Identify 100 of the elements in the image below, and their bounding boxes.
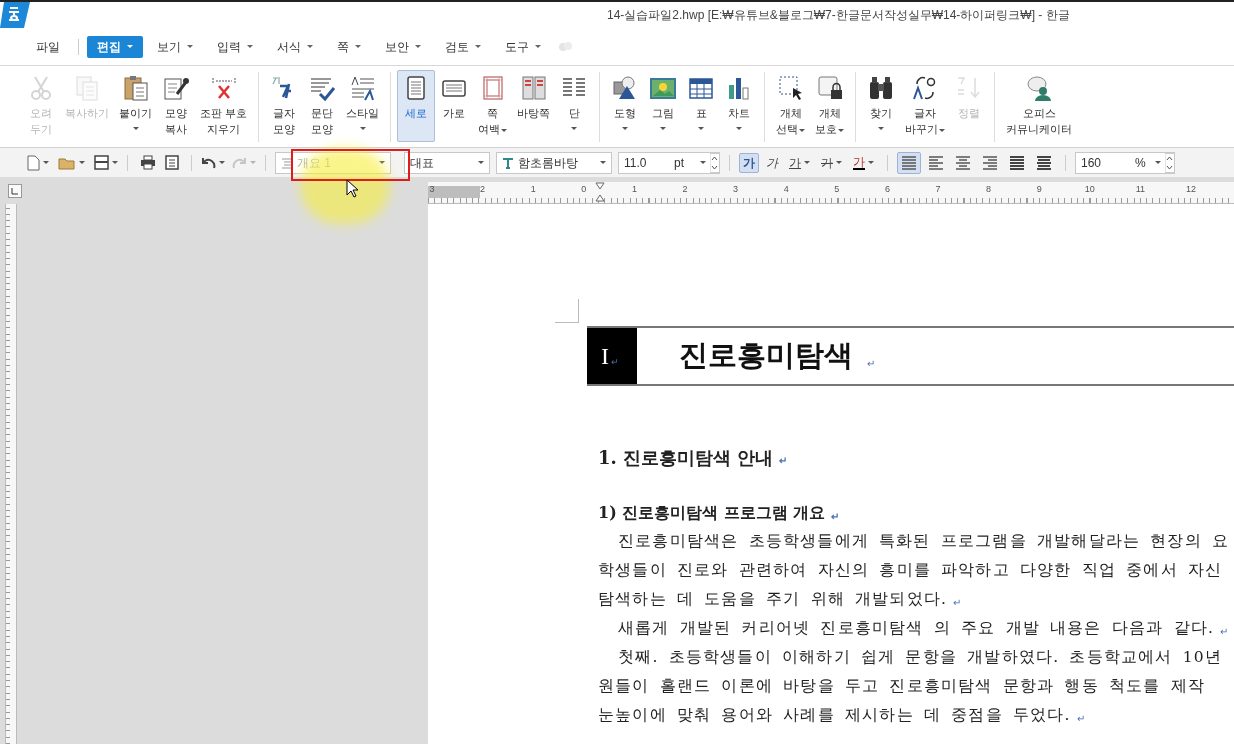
- ribbon-button[interactable]: 스타일: [341, 70, 385, 142]
- folder-icon[interactable]: [58, 155, 76, 170]
- menu-tab[interactable]: 검토: [435, 35, 491, 58]
- caret-icon: [112, 161, 118, 164]
- indent-marker-icon[interactable]: [595, 182, 605, 202]
- ribbon-button[interactable]: 조판 부호 지우기: [195, 70, 253, 142]
- ribbon-button[interactable]: 단: [555, 70, 594, 142]
- caret-icon: [868, 161, 874, 164]
- ribbon-button[interactable]: 찾기: [862, 70, 901, 142]
- caret-icon: [698, 127, 705, 130]
- caret-icon: [736, 127, 743, 130]
- print-icon[interactable]: [140, 155, 156, 170]
- paragraph-style-field[interactable]: 대표: [404, 151, 490, 174]
- save-icon[interactable]: [94, 155, 109, 170]
- caret-icon: [622, 127, 629, 130]
- menu-tab[interactable]: 편집: [87, 35, 143, 58]
- menu-tab[interactable]: 보안: [375, 35, 431, 58]
- ruler-corner-icon[interactable]: [8, 184, 22, 198]
- ruler-number: 2: [681, 183, 689, 196]
- caret-icon: [660, 127, 667, 130]
- caret-icon: [247, 45, 253, 48]
- undo-icon[interactable]: [201, 156, 216, 169]
- ruler-number: 4: [782, 183, 790, 196]
- ribbon-button[interactable]: 개체 선택: [771, 70, 811, 142]
- outline-icon: [281, 156, 293, 169]
- ruler-number: 6: [883, 183, 891, 196]
- lock-object-icon: [815, 74, 844, 102]
- ribbon-button[interactable]: 오피스 커뮤니케이터: [1001, 70, 1078, 142]
- paragraph-mark: ↵: [1220, 625, 1230, 639]
- body-text-line: 새롭게 개발된 커리어넷 진로흥미탐색 의 주요 개발 내용은 다음과 같다.: [618, 617, 1215, 639]
- ribbon-button[interactable]: 그림: [644, 70, 683, 142]
- horizontal-ruler[interactable]: 3 2 1 0 1 2 3 4 5 6 7 8 9 10 11 12: [428, 182, 1234, 204]
- ribbon-button[interactable]: 가로: [435, 70, 474, 142]
- ribbon-button[interactable]: 문단 모양: [303, 70, 342, 142]
- ruler-number: 10: [1083, 183, 1096, 196]
- caret-icon: [1155, 161, 1161, 164]
- ruler-number: 3: [428, 183, 436, 196]
- spinner-icon[interactable]: [710, 152, 719, 173]
- caret-icon: [219, 161, 225, 164]
- body-text-line: 눈높이에 맞춰 용어와 사례를 제시하는 데 중점을 두었다.: [598, 704, 1071, 726]
- bold-button[interactable]: 가: [739, 152, 759, 173]
- section-heading: 1. 진로흥미탐색 안내: [598, 445, 774, 470]
- ribbon-button[interactable]: 글자 바꾸기: [900, 70, 951, 142]
- font-size-field[interactable]: 11.0 pt: [618, 151, 720, 174]
- section-heading: 1) 진로흥미탐색 프로그램 개요: [598, 502, 826, 524]
- ribbon-button[interactable]: 붙이기: [114, 70, 157, 142]
- menu-tab[interactable]: 쪽: [327, 35, 371, 58]
- ribbon-button[interactable]: 도형: [606, 70, 645, 142]
- ruler-number: 1: [630, 183, 638, 196]
- caret-icon: [307, 45, 313, 48]
- communicator-icon: [1025, 74, 1054, 102]
- menu-tab[interactable]: 보기: [147, 35, 203, 58]
- menu-tab[interactable]: 입력: [207, 35, 263, 58]
- underline-button[interactable]: 가: [785, 152, 814, 173]
- body-text-line: 학생들이 진로와 관련하여 자신의 흥미를 파악하고 다양한 직업 중에서 자신: [598, 559, 1223, 581]
- menu-tab[interactable]: 서식: [267, 35, 323, 58]
- ribbon-button[interactable]: 세로: [397, 70, 436, 142]
- font-color-button[interactable]: 가: [849, 152, 878, 173]
- page-corner-mark: [555, 299, 579, 323]
- menu-tab[interactable]: 파일: [26, 35, 70, 58]
- caret-icon: [415, 45, 421, 48]
- ruler-number: 1: [529, 183, 537, 196]
- ribbon-button[interactable]: 쪽 여백: [473, 70, 513, 142]
- vertical-ruler[interactable]: [5, 204, 17, 744]
- body-text-line: 진로흥미탐색은 초등학생들에게 특화된 프로그램을 개발해달라는 현장의 요: [618, 530, 1230, 552]
- ribbon-button[interactable]: 글자 모양: [265, 70, 304, 142]
- style-icon: [348, 74, 377, 102]
- new-document-icon[interactable]: [26, 154, 40, 171]
- ribbon-button[interactable]: 차트: [720, 70, 759, 142]
- paragraph-mark: ↵: [611, 356, 619, 370]
- ribbon-button[interactable]: 개체 보호: [810, 70, 850, 142]
- caret-icon: [501, 128, 508, 132]
- ruler-number: 3: [732, 183, 740, 196]
- zoom-field[interactable]: 160 %: [1075, 151, 1175, 174]
- italic-button[interactable]: 가: [762, 152, 782, 173]
- caret-icon: [355, 45, 361, 48]
- ribbon-button[interactable]: 바탕쪽: [512, 70, 556, 142]
- spinner-icon[interactable]: [1165, 152, 1174, 173]
- ribbon-button[interactable]: 표: [682, 70, 721, 142]
- align-button[interactable]: [897, 151, 921, 174]
- caret-icon: [127, 45, 133, 48]
- ruler-number: 7: [934, 183, 942, 196]
- window-title: 14-실습파일2.hwp [E:₩유튜브&블로그₩7-한글문서작성실무₩14-하이퍼링크₩] - 한글: [607, 7, 1070, 24]
- paragraph-mark: ↵: [779, 453, 788, 468]
- menu-tab[interactable]: 도구: [495, 35, 551, 58]
- caret-icon: [878, 127, 885, 130]
- preview-icon[interactable]: [165, 155, 179, 170]
- caret-icon: [43, 161, 49, 164]
- strikethrough-button[interactable]: 가: [817, 152, 846, 173]
- paragraph-mark: ↵: [831, 509, 840, 524]
- copy-icon: [73, 74, 101, 102]
- body-text-line: 첫째. 초등학생들이 이해하기 쉽게 문항을 개발하였다. 초등학교에서 10년: [618, 646, 1223, 668]
- ruler-number: 12: [1185, 183, 1197, 196]
- ruler-number: 5: [833, 183, 841, 196]
- caret-icon: [379, 161, 385, 164]
- font-field[interactable]: 함초롬바탕: [496, 151, 612, 174]
- ribbon-button[interactable]: 모양 복사: [157, 70, 195, 142]
- caret-icon: [700, 161, 706, 164]
- caret-icon: [475, 45, 481, 48]
- ruler-number: 11: [1134, 183, 1147, 196]
